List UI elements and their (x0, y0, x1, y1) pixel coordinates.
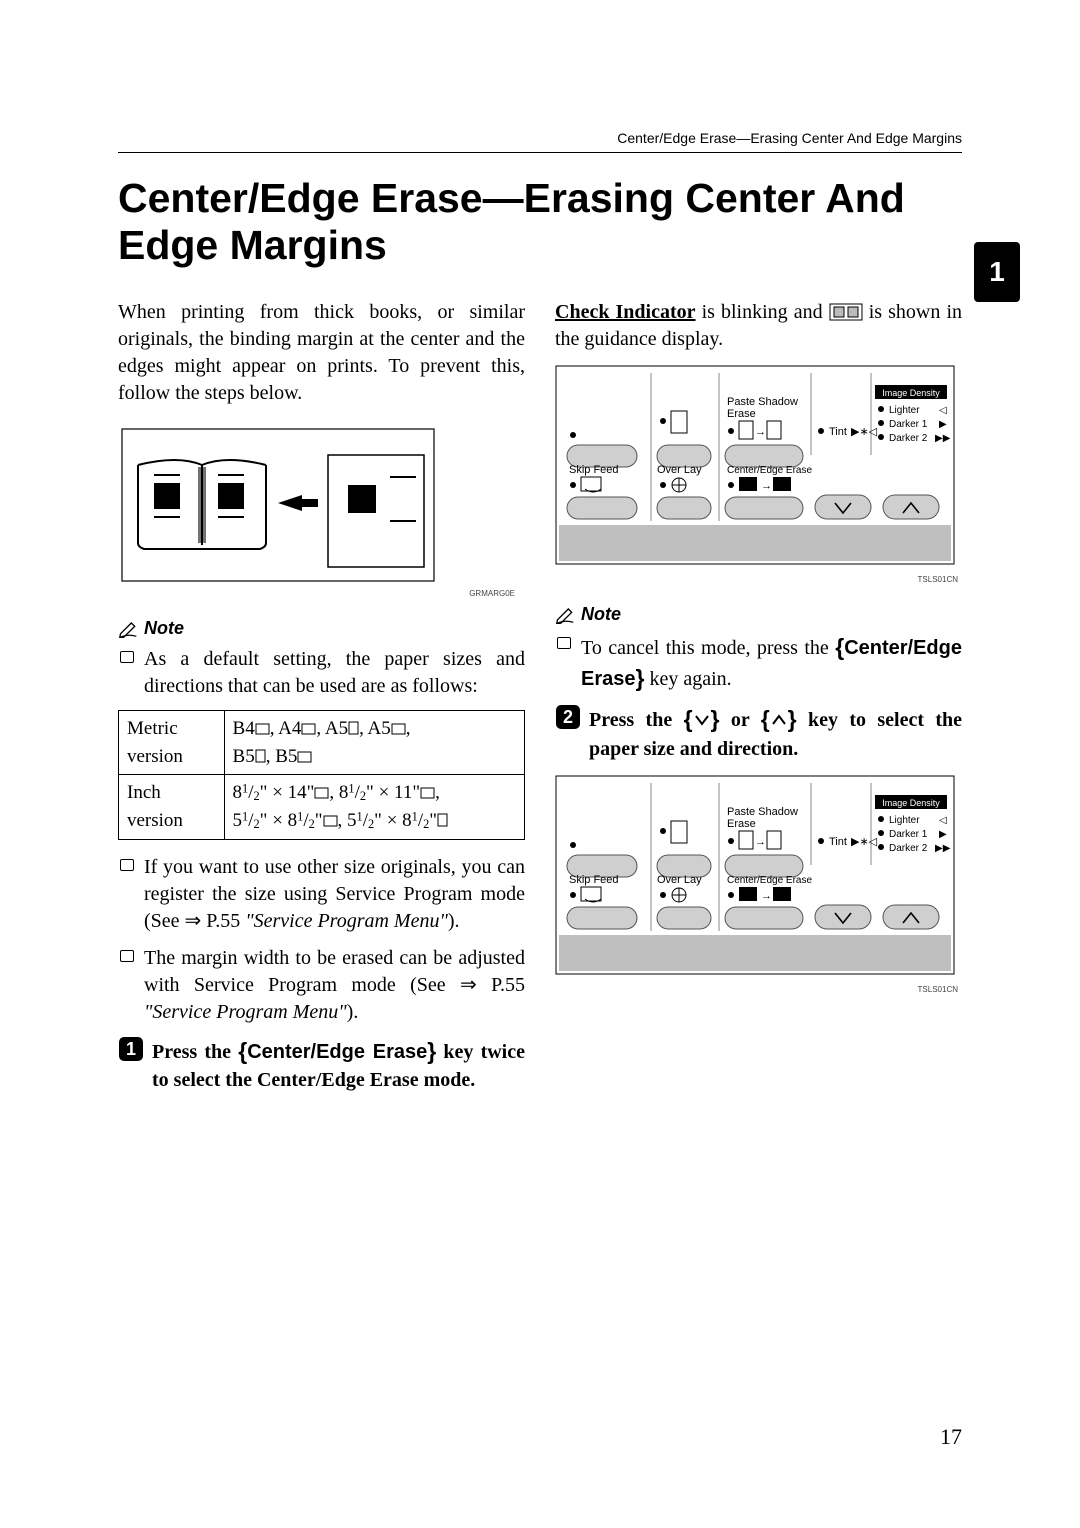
svg-text:Darker 2: Darker 2 (889, 843, 928, 854)
svg-text:Darker 2: Darker 2 (889, 433, 928, 444)
bullet-icon (557, 637, 571, 649)
step-text: Press the {} or {} key to select the pap… (589, 704, 962, 762)
landscape-icon (301, 723, 316, 735)
landscape-icon (255, 723, 270, 735)
svg-text:Erase: Erase (727, 818, 756, 830)
svg-text:▶: ▶ (939, 419, 947, 430)
note-label: Note (144, 616, 184, 640)
panel-caption: TSLS01CN (555, 985, 962, 996)
portrait-icon (348, 721, 359, 735)
bullet-icon (120, 651, 134, 663)
svg-text:Paste Shadow: Paste Shadow (727, 396, 798, 408)
note-icon (555, 604, 575, 624)
svg-text:1: 1 (126, 1039, 136, 1059)
table-row: Metricversion B4, A4, A5, A5, B5, B5 (119, 711, 525, 775)
step-number-icon: 1 (118, 1036, 144, 1062)
svg-text:2: 2 (563, 707, 573, 727)
down-chevron-icon (693, 713, 711, 727)
portrait-icon (437, 813, 448, 827)
intro-text: When printing from thick books, or simil… (118, 299, 525, 407)
step-number-icon: 2 (555, 704, 581, 730)
note-text: If you want to use other size originals,… (144, 854, 525, 935)
svg-text:◁: ◁ (939, 405, 947, 416)
svg-text:Tint: Tint (829, 836, 847, 848)
svg-text:▶∗◁: ▶∗◁ (851, 426, 878, 438)
table-cell: Inchversion (119, 775, 225, 839)
portrait-icon (255, 749, 266, 763)
note-item: To cancel this mode, press the {Center/E… (557, 632, 962, 694)
bullet-icon (120, 859, 134, 871)
svg-text:Center/Edge Erase: Center/Edge Erase (727, 465, 812, 476)
landscape-icon (420, 787, 435, 799)
svg-text:▶▶: ▶▶ (935, 433, 951, 444)
note-item: If you want to use other size originals,… (120, 854, 525, 935)
indicator-text: Check Indicator is blinking and is shown… (555, 299, 962, 353)
svg-text:Lighter: Lighter (889, 815, 920, 826)
right-column: Check Indicator is blinking and is shown… (555, 299, 962, 1093)
svg-text:▶▶: ▶▶ (935, 843, 951, 854)
svg-text:Skip Feed: Skip Feed (569, 464, 619, 476)
note-text: As a default setting, the paper sizes an… (144, 646, 525, 700)
svg-text:Center/Edge Erase: Center/Edge Erase (727, 875, 812, 886)
svg-text:Skip Feed: Skip Feed (569, 874, 619, 886)
svg-text:Image Density: Image Density (882, 388, 940, 398)
step-1: 1 Press the {Center/Edge Erase} key twic… (118, 1036, 525, 1094)
svg-text:Lighter: Lighter (889, 405, 920, 416)
table-row: Inchversion 81/2" × 14", 81/2" × 11", 51… (119, 775, 525, 839)
page-number: 17 (940, 1424, 962, 1450)
svg-text:▶∗◁: ▶∗◁ (851, 836, 878, 848)
book-illustration (118, 425, 525, 585)
panel-caption: TSLS01CN (555, 575, 962, 586)
note-item: The margin width to be erased can be adj… (120, 945, 525, 1026)
landscape-icon (297, 751, 312, 763)
svg-text:▶: ▶ (939, 829, 947, 840)
svg-text:◁: ◁ (939, 815, 947, 826)
chapter-number: 1 (989, 256, 1005, 288)
svg-text:→: → (761, 480, 772, 492)
page-title: Center/Edge Erase—Erasing Center And Edg… (118, 175, 962, 269)
landscape-icon (323, 815, 338, 827)
bullet-icon (120, 950, 134, 962)
note-text: To cancel this mode, press the {Center/E… (581, 632, 962, 694)
note-heading: Note (555, 602, 962, 626)
svg-text:Darker 1: Darker 1 (889, 829, 928, 840)
note-text: The margin width to be erased can be adj… (144, 945, 525, 1026)
landscape-icon (391, 723, 406, 735)
running-head: Center/Edge Erase—Erasing Center And Edg… (118, 130, 962, 146)
svg-text:Darker 1: Darker 1 (889, 419, 928, 430)
svg-text:Image Density: Image Density (882, 798, 940, 808)
control-panel-figure: Paste Shadow Erase → Tint ▶∗◁ Image Dens… (555, 775, 962, 983)
chapter-tab: 1 (974, 242, 1020, 302)
table-cell: B4, A4, A5, A5, B5, B5 (224, 711, 524, 775)
svg-text:→: → (755, 836, 766, 848)
up-chevron-icon (770, 713, 788, 727)
note-item: As a default setting, the paper sizes an… (120, 646, 525, 700)
svg-text:Over Lay: Over Lay (657, 464, 702, 476)
svg-text:Erase: Erase (727, 408, 756, 420)
control-panel-figure: Paste Shadow Erase → Tint ▶∗◁ Image Dens… (555, 365, 962, 573)
svg-text:Tint: Tint (829, 426, 847, 438)
table-cell: Metricversion (119, 711, 225, 775)
note-icon (118, 618, 138, 638)
svg-text:Over Lay: Over Lay (657, 874, 702, 886)
landscape-icon (314, 787, 329, 799)
svg-text:→: → (755, 426, 766, 438)
paper-size-table: Metricversion B4, A4, A5, A5, B5, B5 Inc… (118, 710, 525, 839)
illustration-caption: GRMARG0E (118, 589, 525, 600)
svg-text:Paste Shadow: Paste Shadow (727, 806, 798, 818)
svg-text:→: → (761, 890, 772, 902)
step-2: 2 Press the {} or {} key to select the p… (555, 704, 962, 762)
table-cell: 81/2" × 14", 81/2" × 11", 51/2" × 81/2",… (224, 775, 524, 839)
display-icon (829, 303, 863, 321)
step-text: Press the {Center/Edge Erase} key twice … (152, 1036, 525, 1094)
rule (118, 152, 962, 153)
left-column: When printing from thick books, or simil… (118, 299, 525, 1093)
note-heading: Note (118, 616, 525, 640)
note-label: Note (581, 602, 621, 626)
